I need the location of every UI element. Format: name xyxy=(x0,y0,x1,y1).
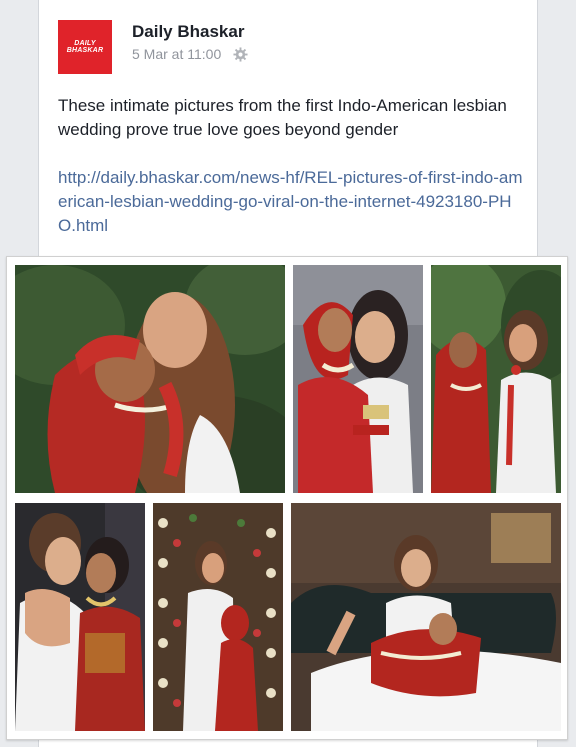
laughing-photo[interactable] xyxy=(431,265,561,493)
page-name-link[interactable]: Daily Bhaskar xyxy=(132,22,244,42)
post-meta: 5 Mar at 11:00 xyxy=(132,46,248,62)
photo-collage[interactable] xyxy=(6,256,568,740)
sofa-photo[interactable] xyxy=(291,503,561,731)
forehead-touch-photo[interactable] xyxy=(15,503,145,731)
page-logo[interactable]: DAILY BHASKAR xyxy=(58,20,112,74)
post-link[interactable]: http://daily.bhaskar.com/news-hf/REL-pic… xyxy=(58,166,528,238)
logo-text-bhaskar: BHASKAR xyxy=(66,47,104,54)
smiling-portrait-photo[interactable] xyxy=(293,265,423,493)
post-timestamp[interactable]: 5 Mar at 11:00 xyxy=(132,46,221,62)
gear-icon xyxy=(233,46,248,62)
flower-curtain-photo[interactable] xyxy=(153,503,283,731)
kiss-photo[interactable] xyxy=(15,265,285,493)
logo-text-daily: DAILY xyxy=(74,40,96,47)
post-message: These intimate pictures from the first I… xyxy=(58,96,507,139)
